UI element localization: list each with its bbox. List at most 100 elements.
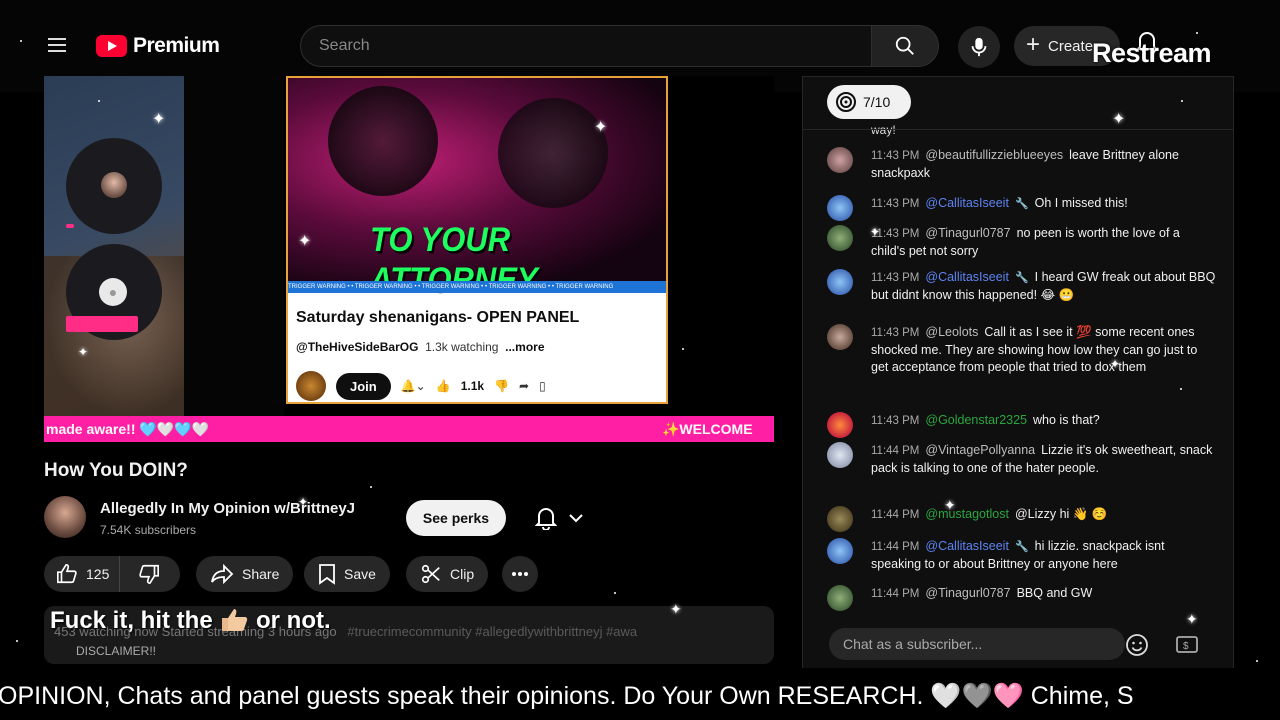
chat-counter-text: 7/10 [863,94,891,110]
chat-avatar [827,538,853,564]
chat-input[interactable] [829,628,1125,660]
clip-button[interactable]: Clip [406,556,489,592]
chat-message[interactable]: 11:44 PM @CallitasIseeit 🔧 hi lizzie. snack… [827,538,1217,573]
chat-username: @VintagePollyanna [925,443,1036,457]
save-label: Save [344,566,376,582]
chevron-down-icon [569,514,583,523]
embedded-like-icon: 👍 [435,379,451,393]
overlay-banner: made aware!! 🩵🤍🩵🤍 ✨WELCOME [44,416,774,442]
dislike-button[interactable] [128,563,160,585]
target-icon [836,92,856,112]
search-input[interactable] [301,26,871,66]
video-letterbox [184,76,284,416]
super-chat-button[interactable]: $ [1175,634,1199,656]
chat-avatar [827,412,853,438]
guest-avatar-placeholder: ● [99,278,127,306]
ticker-text: OPINION, Chats and panel guests speak th… [0,682,1134,710]
channel-avatar[interactable] [44,496,86,538]
chat-avatar [827,442,853,468]
smiley-icon [1126,634,1148,656]
like-count: 125 [86,566,110,582]
channel-name[interactable]: Allegedly In My Opinion w/BrittneyJ [100,500,355,517]
menu-icon[interactable] [48,38,68,54]
youtube-play-icon [96,35,127,57]
caption-text-start: Fuck it, hit the [50,607,213,634]
chat-text: Oh I missed this! [1034,196,1128,210]
chat-time: 11:43 PM [871,272,920,284]
caption-text-end: or not. [256,607,331,634]
clip-label: Clip [450,566,475,582]
search-button[interactable] [871,25,939,67]
chat-time: 11:43 PM [871,150,920,162]
guest-name-tag [66,224,74,228]
create-label: Create [1048,37,1094,55]
share-icon [211,564,234,584]
more-actions-button[interactable] [502,556,538,592]
chat-avatar [827,147,853,173]
restream-watermark: Restream [1092,38,1212,68]
chat-text: who is that? [1033,413,1100,427]
notification-settings-button[interactable] [522,500,596,536]
chat-time: 11:44 PM [871,509,920,521]
chat-avatar [827,269,853,295]
sparkle-dot [370,486,372,488]
embedded-stream-title: Saturday shenanigans- OPEN PANEL [296,309,580,326]
guest-name-tag [66,316,138,332]
chat-message[interactable]: 11:44 PM @mustagotlost @Lizzy hi 👋 ☺️ [827,506,1217,532]
chat-message[interactable]: 11:43 PM @CallitasIseeit 🔧 I heard GW freak… [827,269,1217,304]
chat-username: @CallitasIseeit [925,270,1009,284]
chat-message[interactable]: 11:43 PM @Goldenstar2325 who is that? [827,412,1217,438]
video-player[interactable]: ● TO YOUR ATTORNEY TRIGGER WARNING • • T… [44,76,774,442]
embedded-channel-handle: @TheHiveSideBarOG [296,340,419,354]
embedded-stream-channel: @TheHiveSideBarOG 1.3k watching ...more [296,340,545,354]
chat-text: Call it as I see it 💯 some recent ones s… [871,325,1198,374]
embedded-share-icon: ➦ [519,379,530,393]
see-perks-button[interactable]: See perks [406,500,506,536]
chat-avatar [827,225,853,251]
microphone-icon [971,37,987,57]
chat-username: @mustagotlost [925,507,1009,521]
sparkle-dot [614,592,616,594]
chat-time: 11:43 PM [871,228,920,240]
wrench-badge-icon: 🔧 [1014,198,1029,210]
like-button[interactable]: 125 [44,556,121,592]
chat-time: 11:43 PM [871,327,920,339]
hashtags: #truecrimecommunity #allegedlywithbrittn… [347,624,638,639]
guest-avatar [101,172,127,198]
emoji-button[interactable] [1125,633,1149,657]
voice-search-button[interactable] [958,26,1000,68]
embedded-stream-info: Saturday shenanigans- OPEN PANEL @TheHiv… [288,293,666,402]
chat-username: @CallitasIseeit [925,539,1009,553]
super-chat-icon: $ [1176,636,1198,653]
chat-message[interactable]: 11:43 PM @CallitasIseeit 🔧 Oh I missed this… [827,195,1217,221]
embedded-channel-avatar [296,371,326,401]
chat-avatar [827,324,853,350]
chat-counter-chip[interactable]: 7/10 [827,85,911,119]
chat-message[interactable]: 11:43 PM @Leolots Call it as I see it 💯 so… [827,324,1217,376]
search-box [300,25,872,67]
chat-avatar [827,195,853,221]
youtube-logo[interactable]: Premium [96,34,220,58]
chat-username: @CallitasIseeit [925,196,1009,210]
overlay-banner-left: made aware!! 🩵🤍🩵🤍 [46,421,210,437]
sparkle-dot [1256,660,1258,662]
chat-divider [803,129,1233,130]
chat-message[interactable]: 11:43 PM @beautifullizzieblueeyes leave Br… [827,147,1217,182]
video-title: How You DOIN? [44,460,188,481]
bell-icon [535,508,557,530]
overlay-caption: Fuck it, hit the or not. [50,606,331,635]
chat-avatar [827,506,853,532]
more-horizontal-icon [512,572,528,576]
embedded-save-icon: ▯ [539,379,546,393]
chat-text: BBQ and GW [1016,586,1093,600]
chat-input-area: $ [802,616,1234,668]
chat-cutoff-text: way! [871,123,896,137]
share-button[interactable]: Share [196,556,294,592]
embedded-stream-controls: Join 🔔⌄ 👍 1.1k 👎 ➦ ▯ [296,371,546,401]
chat-message[interactable]: 11:44 PM @Tinagurl0787 BBQ and GW [827,585,1217,611]
chat-message[interactable]: 11:43 PM @Tinagurl0787 no peen is worth th… [827,225,1217,260]
chat-username: @Leolots [925,325,979,339]
chat-message[interactable]: 11:44 PM @VintagePollyanna Lizzie it's ok … [827,442,1217,477]
sparkle-dot [16,640,18,642]
save-button[interactable]: Save [304,556,390,592]
